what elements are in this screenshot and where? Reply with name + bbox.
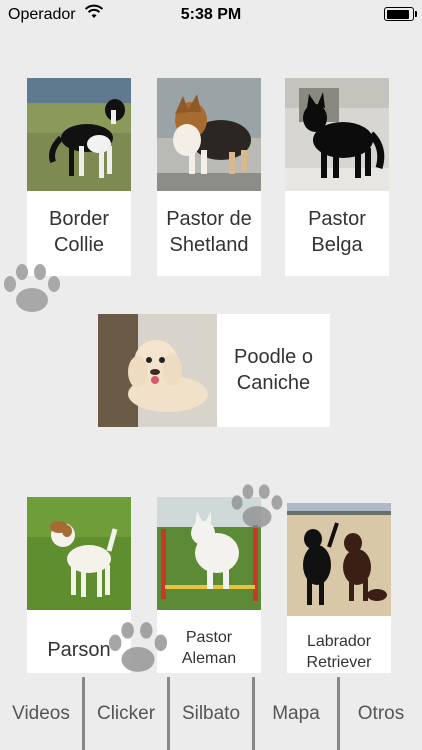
tab-silbato[interactable]: Silbato [170, 677, 252, 750]
battery-icon [384, 7, 417, 21]
paw-print-icon [228, 480, 286, 539]
breed-label: Border Collie [48, 208, 110, 256]
breed-card-pastor-belga[interactable]: Pastor Belga [285, 78, 389, 276]
breed-card-labrador-retriever[interactable]: Labrador Retriever [287, 503, 391, 673]
breed-card-pastor-de-shetland[interactable]: Pastor de Shetland [157, 78, 261, 276]
tab-otros[interactable]: Otros [340, 677, 422, 750]
labrador-photo [287, 503, 391, 616]
poodle-photo [98, 314, 217, 427]
breed-label: Poodle o Caniche [234, 346, 313, 394]
parson-photo [27, 497, 131, 610]
tab-clicker[interactable]: Clicker [85, 677, 167, 750]
breed-label: Labrador Retriever [306, 633, 372, 671]
breed-label: Pastor Aleman [181, 629, 237, 667]
pastor-belga-photo [285, 78, 389, 191]
status-bar: Operador 5:38 PM [0, 0, 422, 30]
breed-label: Pastor de Shetland [166, 208, 252, 256]
clock: 5:38 PM [180, 6, 242, 23]
paw-print-icon [0, 262, 64, 321]
paw-print-icon [104, 620, 172, 681]
border-collie-photo [27, 78, 131, 191]
bottom-tab-bar: Videos Clicker Silbato Mapa Otros [0, 677, 422, 750]
tab-mapa[interactable]: Mapa [255, 677, 337, 750]
tab-videos[interactable]: Videos [0, 677, 82, 750]
breed-card-border-collie[interactable]: Border Collie [27, 78, 131, 276]
breed-card-poodle-o-caniche[interactable]: Poodle o Caniche [98, 314, 330, 427]
breed-label: Pastor Belga [308, 208, 366, 256]
shetland-photo [157, 78, 261, 191]
